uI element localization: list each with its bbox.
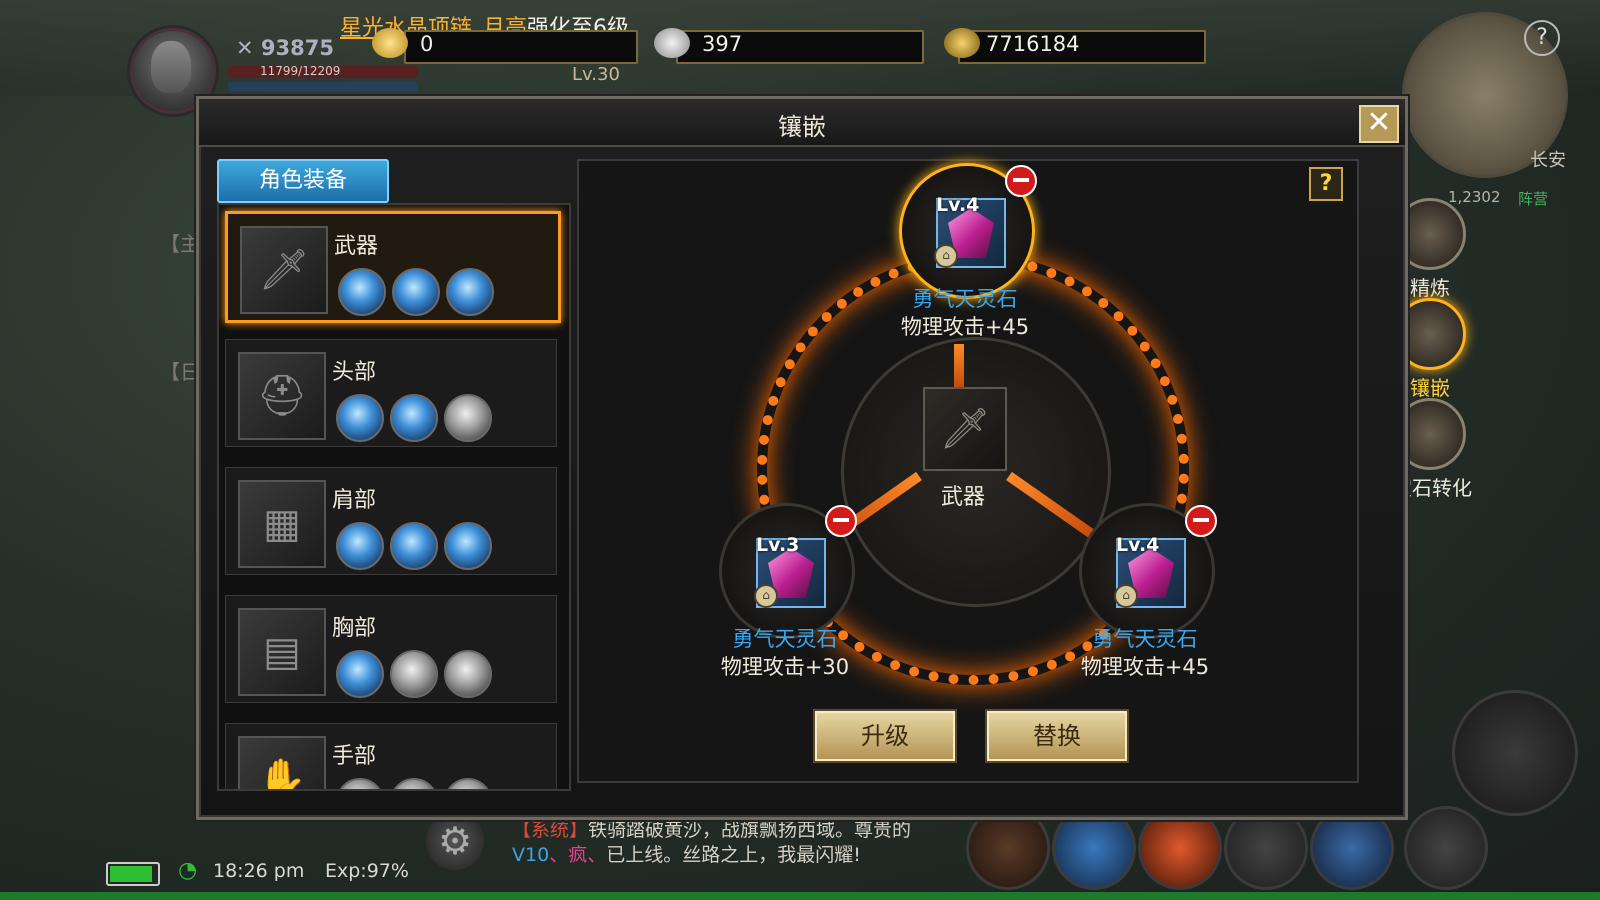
gem-level: Lv.4 [936,194,980,216]
clock-time: 18:26 pm [213,860,305,882]
link-top [954,344,964,390]
gem-socket-icon [390,778,438,789]
equipment-label: 胸部 [332,616,377,641]
gem-socket-icon [444,522,492,570]
gem-level: Lv.4 [1116,534,1160,556]
gem-name: 勇气天灵石 [912,287,1018,311]
coin-icon [944,28,980,58]
remove-gem-button-right[interactable] [1185,505,1217,537]
remove-gem-button-left[interactable] [825,505,857,537]
gauntlet-glyph: ✋ [257,757,307,791]
equipment-item-weapon[interactable]: 🗡 武器 [225,211,561,323]
equipment-item-chest[interactable]: ▤ 胸部 [225,595,557,703]
avatar-face [151,41,191,93]
upgrade-button[interactable]: 升级 [813,709,957,763]
crossed-swords-icon: ✕ [236,36,261,60]
chest-armor-icon: ▤ [238,608,326,696]
wifi-icon: ◔ [178,858,198,883]
equipment-label: 头部 [332,360,377,385]
currency-gold-box [404,30,638,64]
faction-label: 阵营 [1518,190,1549,208]
lock-icon: ⌂ [1114,584,1138,608]
mp-bar [228,82,418,92]
gem-socket-icon [444,394,492,442]
minimap-location: 长安 [1530,150,1566,171]
gem-socket-icon [338,268,386,316]
gem-level: Lv.3 [756,534,800,556]
battery-icon [106,862,160,886]
gem-name: 勇气天灵石 [1092,627,1198,651]
chest-glyph: ▤ [263,629,301,675]
exp-bar [0,892,1600,900]
lock-icon: ⌂ [754,584,778,608]
lock-icon: ⌂ [934,244,958,268]
gem-socket-icon [444,650,492,698]
currency-gold-value: 0 [420,32,434,56]
help-icon[interactable]: ? [1524,20,1560,56]
sword-icon: 🗡 [240,226,328,314]
equipment-item-shoulder[interactable]: ▦ 肩部 [225,467,557,575]
equipment-item-hands[interactable]: ✋ 手部 [225,723,557,791]
system-chat[interactable]: 【系统】铁骑踏破黄沙，战旗飘扬西域。尊贵的 V10、疯、已上线。丝路之上，我最闪… [512,818,952,868]
player-level: Lv.30 [572,64,620,85]
gold-ingot-plus-icon[interactable] [372,28,408,58]
currency-silver-value: 397 [702,32,743,56]
sword-glyph: 🗡 [258,247,310,293]
gem-socket-icon [446,268,494,316]
equipment-label: 武器 [334,234,379,259]
center-equipment-slot: 🗡 [923,387,1007,471]
gem-stat: 物理攻击+45 [1080,655,1210,679]
help-question-icon[interactable]: ? [1309,167,1343,201]
equipment-label: 肩部 [332,488,377,513]
shoulder-glyph: ▦ [263,501,301,547]
gem-socket-icon [336,650,384,698]
gem-socket-icon [444,778,492,789]
gem-socket-icon [390,394,438,442]
gem-socket-icon [336,522,384,570]
gem-socket-icon [336,778,384,789]
chat-line-1: 铁骑踏破黄沙，战旗飘扬西域。尊贵的 [588,819,912,841]
chat-system-tag: 【系统】 [512,819,589,841]
silver-ingot-icon [654,28,690,58]
quest-hint-2: 【日 [160,360,200,384]
inlay-panel: ? 🗡 武器 ⌂ Lv.4 勇气天灵石 物理攻击+45 ⌂ Lv.3 勇气天灵石… [577,159,1359,783]
currency-coin-value: 7716184 [986,32,1080,56]
equipment-item-head[interactable]: ⛑ 头部 [225,339,557,447]
battery-fill [110,866,152,882]
gem-stat: 物理攻击+45 [900,315,1030,339]
gem-stat: 物理攻击+30 [720,655,850,679]
center-equipment-label: 武器 [940,485,985,510]
gem-name: 勇气天灵石 [732,627,838,651]
remove-gem-button-top[interactable] [1005,165,1037,197]
helmet-glyph: ⛑ [256,373,308,419]
sword-icon: 🗡 [939,406,991,452]
chat-player-name: 、疯、 [549,844,607,866]
attack-button[interactable] [1452,690,1578,816]
hp-text: 11799/12209 [260,64,341,78]
gem-socket-icon [390,522,438,570]
tab-character-equipment[interactable]: 角色装备 [217,159,389,203]
chat-vip: V10 [512,844,550,866]
close-button[interactable]: ✕ [1359,105,1399,143]
equipment-list[interactable]: 🗡 武器 ⛑ 头部 ▦ 肩部 ▤ 胸部 ✋ 手部 [217,203,571,791]
settings-gear-icon[interactable]: ⚙ [426,812,484,870]
equipment-label: 手部 [332,744,377,769]
chat-line-2: 已上线。丝路之上，我最闪耀! [606,844,861,866]
helmet-icon: ⛑ [238,352,326,440]
exp-percent: Exp:97% [325,860,409,882]
gem-socket-icon [390,650,438,698]
gauntlet-icon: ✋ [238,736,326,791]
ring-center-disc [841,337,1111,607]
replace-button[interactable]: 替换 [985,709,1129,763]
dialog-header: 镶嵌 ✕ [199,99,1405,147]
gem-socket-icon [336,394,384,442]
shoulder-armor-icon: ▦ [238,480,326,568]
dialog-title: 镶嵌 [778,113,826,141]
gem-socket-icon [392,268,440,316]
quest-hint-1: 【主 [160,232,200,256]
switch-target-button[interactable] [1404,806,1488,890]
inlay-dialog: 镶嵌 ✕ 角色装备 🗡 武器 ⛑ 头部 ▦ 肩部 ▤ 胸部 ✋ 手部 ? 🗡 武… [196,96,1408,820]
